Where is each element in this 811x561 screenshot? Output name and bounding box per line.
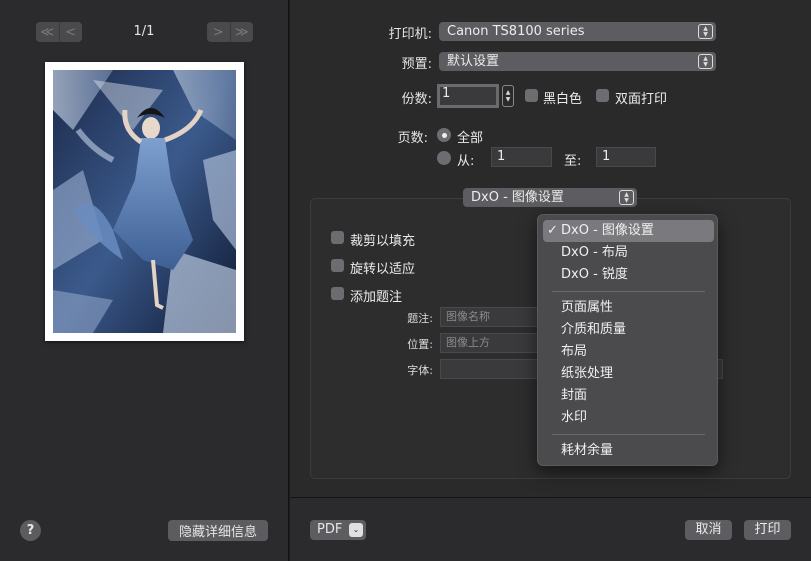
copies-stepper[interactable]: ▲ ▼: [502, 85, 514, 107]
previous-page-button[interactable]: <: [60, 22, 83, 42]
checkmark-icon: ✓: [547, 223, 558, 238]
position-select[interactable]: 图像上方: [440, 333, 540, 353]
print-button[interactable]: 打印: [744, 520, 791, 540]
copies-input[interactable]: 1: [437, 84, 499, 108]
first-page-button[interactable]: ≪: [36, 22, 60, 42]
help-button[interactable]: ?: [20, 520, 41, 541]
printer-popup[interactable]: Canon TS8100 series ▲ ▼: [439, 22, 716, 41]
caption-input[interactable]: 图像名称: [440, 307, 540, 327]
copies-label: 份数:: [401, 92, 432, 107]
page-nav-forward-group: > ≫: [207, 22, 253, 42]
pages-from-input[interactable]: 1: [491, 147, 552, 167]
menu-item-supply-levels[interactable]: 耗材余量: [543, 440, 714, 462]
printer-label: 打印机:: [388, 27, 432, 42]
pages-label: 页数:: [397, 131, 428, 146]
menu-item-media-quality[interactable]: 介质和质量: [543, 319, 714, 341]
menu-separator: [552, 291, 705, 292]
crop-fill-label: 裁剪以填充: [350, 234, 416, 249]
rotate-fit-checkbox[interactable]: [331, 259, 344, 272]
menu-item-watermark[interactable]: 水印: [543, 407, 714, 429]
duplex-checkbox[interactable]: [596, 89, 609, 102]
chevron-down-icon: ⌄: [349, 523, 363, 537]
preset-value: 默认设置: [447, 54, 500, 69]
pdf-label: PDF: [317, 522, 343, 537]
add-caption-checkbox[interactable]: [331, 287, 344, 300]
rotate-fit-label: 旋转以适应: [350, 262, 416, 277]
pages-to-input[interactable]: 1: [596, 147, 656, 167]
bottom-bar: PDF ⌄ 取消 打印: [290, 498, 811, 561]
last-page-button[interactable]: ≫: [231, 22, 254, 42]
preview-pane: ≪ < 1/1 > ≫ ? 隐藏详细信息: [0, 0, 289, 561]
menu-item-cover-page[interactable]: 封面: [543, 385, 714, 407]
menu-item-label: DxO - 图像设置: [561, 223, 654, 238]
pdf-menu-button[interactable]: PDF ⌄: [310, 520, 366, 540]
menu-item-layout[interactable]: 布局: [543, 341, 714, 363]
updown-arrows-icon: ▲ ▼: [619, 190, 634, 205]
black-white-label: 黑白色: [543, 92, 583, 107]
add-caption-label: 添加题注: [350, 290, 403, 305]
section-popup-value: DxO - 图像设置: [471, 190, 564, 205]
menu-item-paper-handling[interactable]: 纸张处理: [543, 363, 714, 385]
section-popup[interactable]: DxO - 图像设置 ▲ ▼: [463, 188, 637, 207]
menu-item-page-attributes[interactable]: 页面属性: [543, 297, 714, 319]
updown-arrows-icon: ▲ ▼: [698, 54, 713, 69]
pages-to-label: 至:: [564, 154, 582, 169]
crop-fill-checkbox[interactable]: [331, 231, 344, 244]
preset-popup[interactable]: 默认设置 ▲ ▼: [439, 52, 716, 71]
section-dropdown-menu: ✓ DxO - 图像设置 DxO - 布局 DxO - 锐度 页面属性 介质和质…: [537, 214, 718, 466]
next-page-button[interactable]: >: [207, 22, 231, 42]
menu-item-dxo-sharpness[interactable]: DxO - 锐度: [543, 264, 714, 286]
pages-all-label: 全部: [457, 131, 484, 146]
duplex-label: 双面打印: [615, 92, 668, 107]
pages-range-radio[interactable]: [437, 151, 451, 165]
pages-from-label: 从:: [457, 154, 475, 169]
page-nav-back-group: ≪ <: [36, 22, 82, 42]
page-preview: [45, 62, 244, 341]
pages-all-radio[interactable]: [437, 128, 451, 142]
menu-item-dxo-layout[interactable]: DxO - 布局: [543, 242, 714, 264]
menu-item-dxo-image-settings[interactable]: ✓ DxO - 图像设置: [543, 220, 714, 242]
printer-value: Canon TS8100 series: [447, 24, 585, 39]
position-label: 位置:: [407, 338, 433, 351]
preview-photo-image: [53, 70, 236, 333]
hide-details-button[interactable]: 隐藏详细信息: [168, 520, 268, 541]
cancel-button[interactable]: 取消: [685, 520, 732, 540]
updown-arrows-icon: ▲ ▼: [698, 24, 713, 39]
font-label: 字体:: [407, 364, 433, 377]
menu-separator: [552, 434, 705, 435]
black-white-checkbox[interactable]: [525, 89, 538, 102]
preview-photo: [53, 70, 236, 333]
preset-label: 预置:: [401, 57, 432, 72]
caption-label: 题注:: [407, 312, 433, 325]
page-count: 1/1: [133, 24, 155, 39]
